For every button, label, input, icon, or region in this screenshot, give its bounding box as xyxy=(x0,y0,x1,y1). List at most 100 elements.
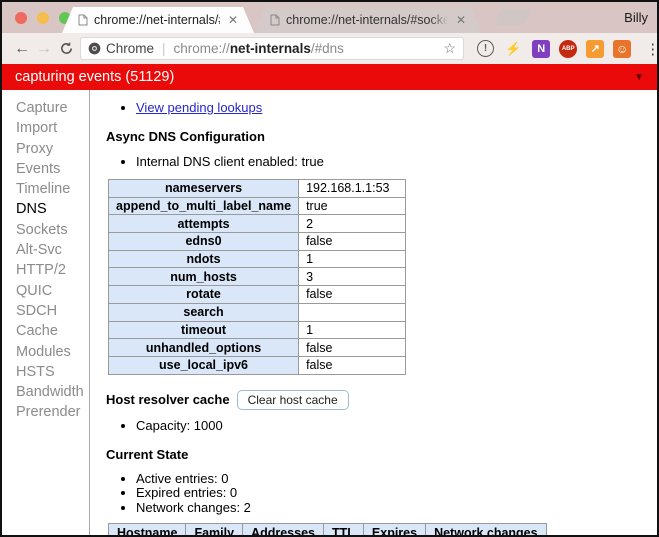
sidebar-item-timeline[interactable]: Timeline xyxy=(2,179,89,199)
minimize-window-button[interactable] xyxy=(37,12,49,24)
config-key: use_local_ipv6 xyxy=(107,355,300,375)
browser-menu-icon[interactable]: ⋮ xyxy=(645,40,657,58)
sidebar-item-quic[interactable]: QUIC xyxy=(2,281,89,301)
config-row: use_local_ipv6 false xyxy=(107,355,407,375)
sidebar-item-alt-svc[interactable]: Alt-Svc xyxy=(2,240,89,260)
adblock-plus-extension-icon[interactable]: ABP xyxy=(559,39,578,58)
chrome-icon xyxy=(88,42,101,55)
capture-status-banner: capturing events (51129) ▼ xyxy=(2,64,657,90)
page-icon xyxy=(270,14,280,26)
tab-close-icon[interactable]: ✕ xyxy=(228,14,238,26)
config-value: 192.168.1.1:53 xyxy=(298,179,407,198)
capture-status-text: capturing events (51129) xyxy=(15,69,175,85)
new-tab-button[interactable] xyxy=(493,9,533,25)
lightning-icon[interactable]: ⚡ xyxy=(505,41,521,57)
internal-dns-client-bullet: Internal DNS client enabled: true xyxy=(136,154,657,169)
config-value: false xyxy=(298,338,407,357)
sidebar-item-dns[interactable]: DNS xyxy=(2,199,89,219)
config-key: ndots xyxy=(107,249,300,269)
bookmark-star-icon[interactable]: ☆ xyxy=(443,40,456,57)
config-key: nameservers xyxy=(107,179,300,198)
host-cache-table: Hostname Family Addresses TTL Expires Network… xyxy=(107,523,547,535)
address-bar[interactable]: Chrome | chrome://net-internals/#dns ☆ xyxy=(80,37,464,60)
config-key: search xyxy=(107,302,300,322)
view-pending-lookups-link[interactable]: View pending lookups xyxy=(136,100,262,115)
cache-column-header: Network changes xyxy=(425,523,547,535)
config-value: 2 xyxy=(298,214,407,234)
extension-icons: N ABP ↗ ☺ xyxy=(532,39,632,58)
config-row: rotate false xyxy=(107,285,407,304)
reload-button[interactable] xyxy=(55,41,77,56)
traffic-lights xyxy=(15,12,71,24)
sidebar-item-sdch[interactable]: SDCH xyxy=(2,301,89,321)
async-dns-heading: Async DNS Configuration xyxy=(106,129,265,144)
config-value: 1 xyxy=(298,320,407,340)
sidebar-item-modules[interactable]: Modules xyxy=(2,342,89,362)
current-state-heading: Current State xyxy=(106,446,189,462)
state-bullet: Network changes: 2 xyxy=(136,500,657,516)
cache-column-header: Addresses xyxy=(242,523,324,535)
back-button[interactable]: ← xyxy=(11,40,33,58)
dns-config-table: nameservers 192.168.1.1:53 append_to_multi… xyxy=(107,179,407,375)
clear-host-cache-button[interactable]: Clear host cache xyxy=(236,389,349,410)
sidebar-item-events[interactable]: Events xyxy=(2,159,89,179)
url-text: chrome://net-internals/#dns xyxy=(173,41,344,56)
config-row: search xyxy=(107,302,407,322)
close-window-button[interactable] xyxy=(15,12,27,24)
forward-button[interactable]: → xyxy=(33,40,55,58)
cache-column-header: Hostname xyxy=(107,523,187,535)
cache-column-header: Family xyxy=(185,523,244,535)
sidebar-item-sockets[interactable]: Sockets xyxy=(2,220,89,240)
state-bullet: Expired entries: 0 xyxy=(136,486,657,501)
page-content: Capture Import Proxy Events Timeline DNS Socke… xyxy=(2,90,657,535)
emoji-extension-icon[interactable]: ☺ xyxy=(613,39,632,58)
tab-sockets[interactable]: chrome://net-internals/#socke ✕ xyxy=(254,7,482,33)
tab-dns[interactable]: chrome://net-internals/#dns ✕ xyxy=(62,7,254,33)
capacity-bullet: Capacity: 1000 xyxy=(136,418,657,433)
title-bar: chrome://net-internals/#dns ✕ chrome://n… xyxy=(2,2,657,33)
tab-close-icon[interactable]: ✕ xyxy=(456,14,466,26)
banner-dropdown-icon[interactable]: ▼ xyxy=(634,72,644,83)
sidebar-item-http-2[interactable]: HTTP/2 xyxy=(2,260,89,280)
config-value: 3 xyxy=(298,267,407,287)
host-resolver-cache-heading: Host resolver cache xyxy=(106,392,230,408)
sidebar-item-capture[interactable]: Capture xyxy=(2,98,89,118)
config-key: attempts xyxy=(107,214,300,234)
config-row: num_hosts 3 xyxy=(107,267,407,287)
config-value: 1 xyxy=(298,249,407,269)
sidebar-nav: Capture Import Proxy Events Timeline DNS Socke… xyxy=(2,90,90,535)
sidebar-item-import[interactable]: Import xyxy=(2,118,89,138)
toolbar-right-icons: ! ⚡ N ABP ↗ ☺ ⋮ xyxy=(477,39,657,58)
sidebar-item-proxy[interactable]: Proxy xyxy=(2,139,89,159)
sidebar-item-cache[interactable]: Cache xyxy=(2,321,89,341)
info-circle-icon[interactable]: ! xyxy=(477,40,494,57)
config-row: attempts 2 xyxy=(107,214,407,234)
cache-column-header: Expires xyxy=(362,523,427,535)
state-bullet: Active entries: 0 xyxy=(136,471,657,487)
page-icon xyxy=(78,14,88,26)
config-key: num_hosts xyxy=(107,267,300,287)
chart-extension-icon[interactable]: ↗ xyxy=(586,39,605,58)
config-row: nameservers 192.168.1.1:53 xyxy=(107,179,407,198)
sidebar-item-prerender[interactable]: Prerender xyxy=(2,402,89,422)
cache-column-header: TTL xyxy=(322,523,364,535)
dns-panel: View pending lookups Async DNS Configura… xyxy=(90,90,657,535)
state-list: Active entries: 0Expired entries: 0Netwo… xyxy=(106,471,657,516)
origin-label: Chrome xyxy=(106,41,155,56)
tab-label: chrome://net-internals/#socke xyxy=(286,13,448,27)
config-key: timeout xyxy=(107,320,300,340)
config-value: true xyxy=(298,196,407,216)
sidebar-item-bandwidth[interactable]: Bandwidth xyxy=(2,382,89,402)
sidebar-item-hsts[interactable]: HSTS xyxy=(2,362,89,382)
separator: | xyxy=(162,41,166,56)
config-value: false xyxy=(298,232,407,251)
config-value xyxy=(298,302,407,322)
config-key: rotate xyxy=(107,285,300,304)
config-row: unhandled_options false xyxy=(107,338,407,357)
browser-toolbar: ← → Chrome | chrome://net-internals/#dns… xyxy=(2,33,657,64)
origin-chip: Chrome xyxy=(88,41,154,56)
config-key: append_to_multi_label_name xyxy=(107,196,300,216)
config-key: edns0 xyxy=(107,232,300,251)
cache-table-header-row: Hostname Family Addresses TTL Expires Network… xyxy=(107,523,547,535)
onenote-extension-icon[interactable]: N xyxy=(532,39,551,58)
